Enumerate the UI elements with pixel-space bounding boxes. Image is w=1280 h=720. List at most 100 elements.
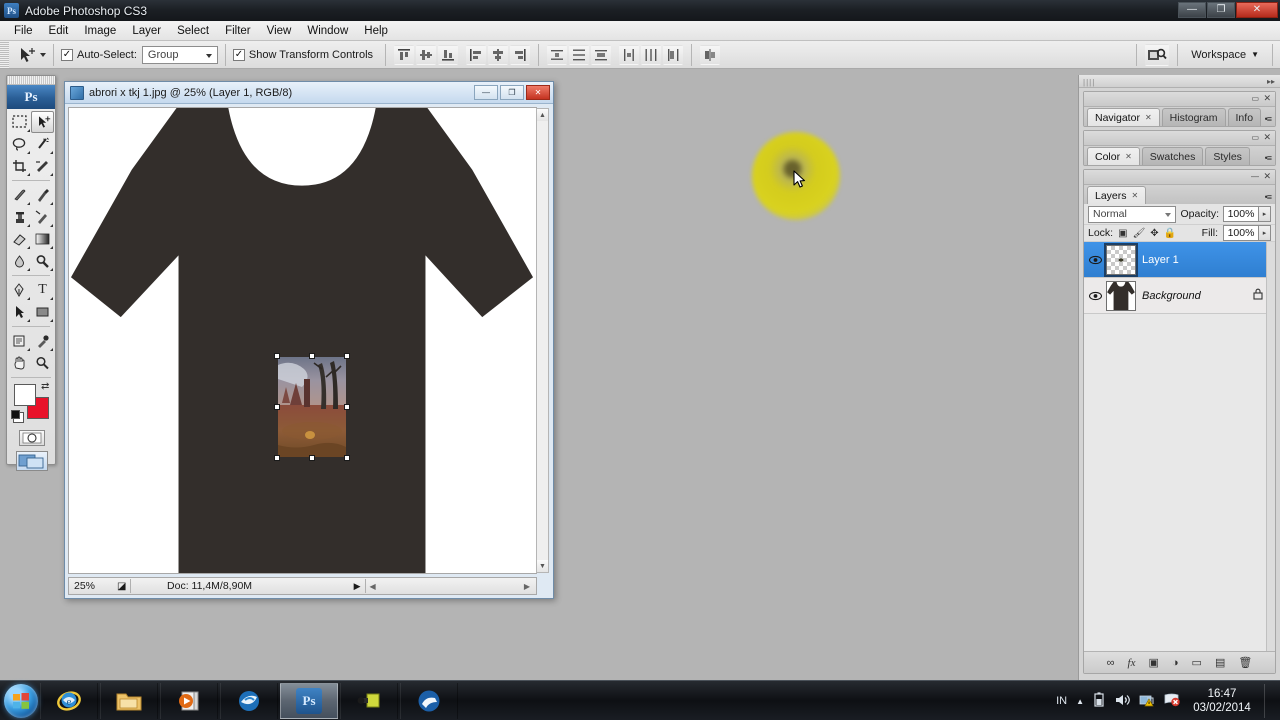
auto-select-dropdown[interactable]: Group bbox=[141, 45, 218, 64]
distribute-bottom-edges-icon[interactable] bbox=[591, 44, 612, 65]
close-icon[interactable]: ✕ bbox=[1145, 113, 1152, 122]
eyedropper-tool[interactable] bbox=[31, 330, 54, 352]
tab-navigator[interactable]: Navigator ✕ bbox=[1087, 108, 1160, 126]
move-tool-preset-arrow[interactable] bbox=[40, 52, 46, 57]
clone-stamp-tool[interactable] bbox=[8, 206, 31, 228]
transform-handle-bl[interactable] bbox=[274, 455, 280, 461]
link-layers-icon[interactable]: ∞ bbox=[1107, 657, 1115, 669]
taskbar-item-internet-explorer[interactable]: e bbox=[40, 682, 98, 719]
minimize-panel-icon[interactable]: — bbox=[1251, 172, 1259, 181]
taskbar-item-flashlight-app[interactable] bbox=[340, 682, 398, 719]
transform-handle-tl[interactable] bbox=[274, 353, 280, 359]
distribute-horizontal-centers-icon[interactable] bbox=[641, 44, 662, 65]
blur-tool[interactable] bbox=[8, 250, 31, 272]
gradient-tool[interactable] bbox=[31, 228, 54, 250]
options-bar-grip[interactable] bbox=[0, 41, 9, 68]
scroll-right-icon[interactable]: ▶ bbox=[524, 582, 536, 591]
expand-panels-icon[interactable]: ▸▸ bbox=[1267, 77, 1275, 86]
panel-menu-icon[interactable]: •≡ bbox=[1265, 192, 1272, 202]
delete-layer-icon[interactable]: 🗑 bbox=[1238, 656, 1252, 669]
layer-thumbnail[interactable] bbox=[1106, 280, 1136, 311]
start-button[interactable] bbox=[4, 683, 38, 718]
type-tool[interactable]: T bbox=[31, 279, 54, 301]
transform-handle-ml[interactable] bbox=[274, 404, 280, 410]
close-icon[interactable]: ✕ bbox=[1132, 191, 1139, 200]
show-transform-controls-checkbox[interactable]: ✓ bbox=[232, 48, 245, 61]
layer-thumbnail[interactable] bbox=[1104, 242, 1138, 277]
move-tool[interactable] bbox=[31, 111, 54, 133]
minimize-panel-icon[interactable]: ▭ bbox=[1251, 133, 1259, 142]
language-indicator[interactable]: IN bbox=[1056, 695, 1067, 707]
menu-select[interactable]: Select bbox=[169, 23, 217, 39]
history-brush-tool[interactable] bbox=[31, 206, 54, 228]
new-group-icon[interactable]: ▭ bbox=[1192, 656, 1202, 669]
lock-all-icon[interactable]: 🔒 bbox=[1164, 228, 1176, 239]
menu-window[interactable]: Window bbox=[299, 23, 356, 39]
align-vertical-centers-icon[interactable] bbox=[416, 44, 437, 65]
magic-wand-tool[interactable] bbox=[31, 133, 54, 155]
close-button[interactable]: ✕ bbox=[1236, 2, 1278, 18]
placed-image-layer[interactable] bbox=[274, 353, 350, 461]
dodge-tool[interactable] bbox=[31, 250, 54, 272]
transform-handle-mr[interactable] bbox=[344, 404, 350, 410]
pen-tool[interactable] bbox=[8, 279, 31, 301]
distribute-right-edges-icon[interactable] bbox=[663, 44, 684, 65]
align-bottom-edges-icon[interactable] bbox=[438, 44, 459, 65]
menu-help[interactable]: Help bbox=[356, 23, 396, 39]
new-layer-icon[interactable]: ▤ bbox=[1215, 656, 1225, 669]
volume-icon[interactable] bbox=[1114, 693, 1130, 710]
tab-layers[interactable]: Layers ✕ bbox=[1087, 186, 1147, 204]
align-left-edges-icon[interactable] bbox=[466, 44, 487, 65]
clock[interactable]: 16:47 03/02/2014 bbox=[1189, 687, 1255, 715]
status-menu-arrow-icon[interactable]: ▶ bbox=[354, 581, 361, 592]
transform-handle-br[interactable] bbox=[344, 455, 350, 461]
align-horizontal-centers-icon[interactable] bbox=[488, 44, 509, 65]
align-top-edges-icon[interactable] bbox=[394, 44, 415, 65]
close-icon[interactable]: ✕ bbox=[1125, 152, 1132, 161]
panel-menu-icon[interactable]: •≡ bbox=[1265, 153, 1272, 163]
document-title-bar[interactable]: abrori x tkj 1.jpg @ 25% (Layer 1, RGB/8… bbox=[65, 82, 553, 104]
show-hidden-icons-icon[interactable]: ▲ bbox=[1076, 697, 1084, 706]
go-to-bridge-icon[interactable] bbox=[1145, 43, 1170, 66]
menu-file[interactable]: File bbox=[6, 23, 41, 39]
add-layer-mask-icon[interactable]: ▣ bbox=[1148, 656, 1158, 669]
zoom-level[interactable]: 25% bbox=[69, 580, 117, 592]
hand-tool[interactable] bbox=[8, 352, 31, 374]
close-panel-icon[interactable]: ✕ bbox=[1263, 93, 1271, 104]
distribute-left-edges-icon[interactable] bbox=[619, 44, 640, 65]
menu-view[interactable]: View bbox=[259, 23, 300, 39]
distribute-top-edges-icon[interactable] bbox=[547, 44, 568, 65]
taskbar-item-photoshop[interactable]: Ps bbox=[280, 682, 338, 719]
notes-tool[interactable] bbox=[8, 330, 31, 352]
move-tool-icon[interactable] bbox=[15, 44, 37, 66]
scroll-left-icon[interactable]: ◀ bbox=[370, 582, 376, 591]
taskbar-item-browser[interactable] bbox=[220, 682, 278, 719]
layer-row[interactable]: Background bbox=[1084, 278, 1275, 314]
battery-icon[interactable] bbox=[1093, 692, 1105, 710]
workspace-button[interactable]: Workspace ▼ bbox=[1185, 44, 1265, 66]
layer-name[interactable]: Background bbox=[1142, 290, 1201, 302]
fill-input[interactable]: 100% bbox=[1223, 225, 1259, 241]
foreground-color-swatch[interactable] bbox=[14, 384, 36, 406]
minimize-panel-icon[interactable]: ▭ bbox=[1251, 94, 1259, 103]
slice-tool[interactable] bbox=[31, 155, 54, 177]
crop-tool[interactable] bbox=[8, 155, 31, 177]
transform-handle-tr[interactable] bbox=[344, 353, 350, 359]
network-warning-icon[interactable] bbox=[1139, 692, 1155, 710]
close-panel-icon[interactable]: ✕ bbox=[1263, 132, 1271, 143]
rectangle-tool[interactable] bbox=[31, 301, 54, 323]
lock-transparent-pixels-icon[interactable]: ▣ bbox=[1118, 228, 1127, 239]
zoom-tool[interactable] bbox=[31, 352, 54, 374]
screen-mode-icon[interactable] bbox=[16, 451, 48, 471]
toolbox-grip[interactable] bbox=[7, 76, 55, 85]
menu-filter[interactable]: Filter bbox=[217, 23, 259, 39]
document-minimize-button[interactable]: — bbox=[474, 85, 498, 100]
quick-mask-mode-icon[interactable] bbox=[19, 430, 45, 446]
dock-grip[interactable]: |||| ▸▸ bbox=[1079, 75, 1280, 88]
swap-colors-icon[interactable]: ⇄ bbox=[41, 381, 49, 392]
layer-row[interactable]: Layer 1 bbox=[1084, 242, 1275, 278]
panel-menu-icon[interactable]: •≡ bbox=[1265, 114, 1272, 124]
show-desktop-button[interactable] bbox=[1264, 684, 1272, 718]
scroll-up-icon[interactable]: ▲ bbox=[537, 109, 548, 121]
restore-button[interactable]: ❐ bbox=[1207, 2, 1235, 18]
